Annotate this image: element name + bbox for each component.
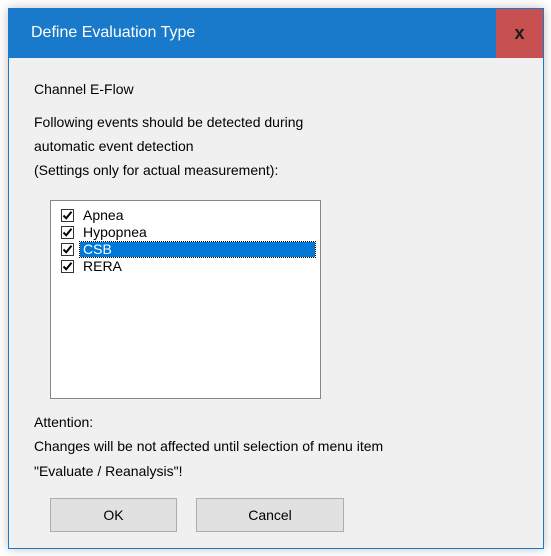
checkmark-icon bbox=[62, 244, 73, 254]
title-bar[interactable]: Define Evaluation Type x bbox=[9, 9, 543, 58]
channel-label: Channel E-Flow bbox=[34, 81, 134, 97]
csb-label: CSB bbox=[79, 240, 316, 258]
description-line-1: Following events should be detected duri… bbox=[34, 114, 304, 130]
attention-heading: Attention: bbox=[34, 414, 94, 430]
rera-checkbox[interactable] bbox=[61, 259, 74, 273]
list-item-rera[interactable]: RERA bbox=[61, 258, 125, 274]
attention-line-1: Changes will be not affected until selec… bbox=[34, 438, 384, 454]
apnea-checkbox[interactable] bbox=[61, 208, 74, 222]
description-line-3: (Settings only for actual measurement): bbox=[34, 162, 279, 178]
checkmark-icon bbox=[62, 210, 73, 220]
close-button[interactable]: x bbox=[496, 9, 543, 58]
event-listbox[interactable]: Apnea Hypopnea CSB RERA bbox=[50, 200, 321, 399]
csb-checkbox[interactable] bbox=[61, 242, 74, 256]
list-item-apnea[interactable]: Apnea bbox=[61, 207, 126, 223]
hypopnea-label: Hypopnea bbox=[83, 223, 147, 240]
attention-line-2: "Evaluate / Reanalysis"! bbox=[34, 463, 183, 479]
hypopnea-checkbox[interactable] bbox=[61, 225, 74, 239]
ok-button[interactable]: OK bbox=[50, 498, 177, 532]
description-line-2: automatic event detection bbox=[34, 138, 194, 154]
cancel-button[interactable]: Cancel bbox=[196, 498, 344, 532]
close-icon: x bbox=[514, 23, 525, 43]
checkmark-icon bbox=[62, 261, 73, 271]
list-item-hypopnea[interactable]: Hypopnea bbox=[61, 224, 150, 240]
dialog-title: Define Evaluation Type bbox=[31, 24, 196, 41]
list-item-csb[interactable]: CSB bbox=[61, 240, 316, 258]
checkmark-icon bbox=[62, 227, 73, 237]
apnea-label: Apnea bbox=[83, 206, 124, 223]
rera-label: RERA bbox=[83, 257, 122, 274]
dialog-window: Define Evaluation Type x Channel E-Flow … bbox=[8, 8, 544, 549]
